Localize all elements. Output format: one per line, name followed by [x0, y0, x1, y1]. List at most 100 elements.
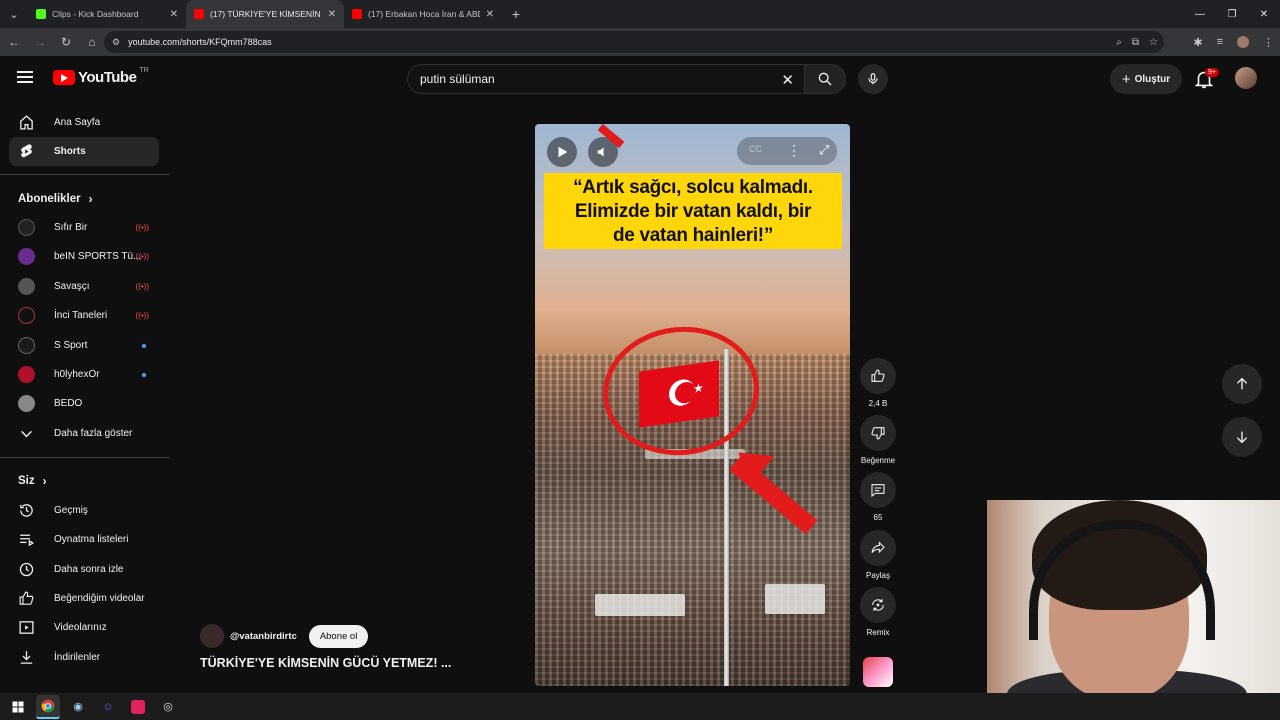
- live-icon: ((•)): [135, 282, 149, 291]
- discord-taskbar-icon[interactable]: ☺: [96, 695, 120, 719]
- subscription-item[interactable]: BEDO: [9, 389, 159, 418]
- captions-icon[interactable]: CC: [749, 144, 762, 154]
- subscription-item[interactable]: Sıfır Bir ((•)): [9, 213, 159, 242]
- previous-short-button[interactable]: [1222, 364, 1262, 404]
- close-window-icon[interactable]: ✕: [1248, 0, 1280, 28]
- sidebar-item-label: Videolarınız: [54, 622, 107, 633]
- sidebar-item-watch-later[interactable]: Daha sonra izle: [9, 555, 159, 584]
- sidebar-item-your-videos[interactable]: Videolarınız: [9, 613, 159, 642]
- like-action[interactable]: 2,4 B: [860, 358, 896, 408]
- channel-handle[interactable]: @vatanbirdirtc: [230, 631, 297, 642]
- comment-action[interactable]: 65: [860, 472, 896, 522]
- browser-menu-icon[interactable]: ⋮: [1263, 36, 1274, 49]
- dislike-action[interactable]: Beğenme: [860, 415, 896, 465]
- subscription-label: Savaşçı: [54, 281, 90, 292]
- media-control-icon[interactable]: ≡: [1217, 36, 1223, 48]
- play-button[interactable]: [547, 137, 577, 167]
- tab-close-icon[interactable]: ✕: [486, 9, 494, 20]
- short-title[interactable]: TÜRKİYE'YE KİMSENİN GÜCÜ YETMEZ! ...: [200, 656, 451, 670]
- sidebar-item-downloads[interactable]: İndirilenler: [9, 643, 159, 672]
- tab-close-icon[interactable]: ✕: [328, 9, 336, 20]
- sidebar-item-history[interactable]: Geçmiş: [9, 496, 159, 525]
- sidebar-item-liked[interactable]: Beğendiğim videolar: [9, 584, 159, 613]
- microphone-icon: [868, 73, 878, 85]
- clear-search-icon[interactable]: ✕: [781, 71, 794, 89]
- obs-taskbar-icon[interactable]: ◎: [156, 695, 180, 719]
- search-input[interactable]: putin sülüman ✕: [407, 64, 807, 94]
- install-icon[interactable]: ⧉: [1132, 37, 1139, 48]
- sidebar-item-label: Shorts: [54, 146, 86, 157]
- channel-avatar: [18, 395, 35, 412]
- account-avatar[interactable]: [1235, 67, 1257, 89]
- windows-taskbar: ◉ ☺ ◎: [0, 693, 1280, 720]
- sound-thumbnail[interactable]: [863, 657, 893, 687]
- you-heading-label: Siz: [18, 475, 35, 487]
- sidebar-item-label: Beğendiğim videolar: [54, 593, 145, 604]
- next-short-button[interactable]: [1222, 417, 1262, 457]
- channel-avatar[interactable]: [200, 624, 224, 648]
- chrome-taskbar-icon[interactable]: [36, 694, 60, 719]
- clock-icon: [19, 562, 34, 577]
- address-bar[interactable]: ⚙ youtube.com/shorts/KFQmm788cas ⌕ ⧉ ☆: [104, 31, 1164, 53]
- tab-close-icon[interactable]: ✕: [170, 9, 178, 20]
- voice-search-button[interactable]: [858, 64, 888, 94]
- remix-label: Remix: [866, 628, 890, 637]
- subscribe-button[interactable]: Abone ol: [308, 624, 369, 648]
- video-caption-overlay: “Artık sağcı, solcu kalmadı. Elimizde bi…: [544, 173, 842, 249]
- comment-icon: [871, 484, 885, 498]
- back-icon[interactable]: ←: [2, 30, 26, 54]
- share-action[interactable]: Paylaş: [860, 530, 896, 580]
- bookmark-star-icon[interactable]: ☆: [1149, 37, 1158, 48]
- subscription-item[interactable]: İnci Taneleri ((•)): [9, 301, 159, 330]
- reload-icon[interactable]: ↻: [54, 30, 78, 54]
- windows-start-icon[interactable]: [6, 695, 30, 719]
- video-snow-patch: [765, 584, 825, 614]
- subscription-label: Sıfır Bir: [54, 222, 88, 233]
- subscription-label: BEDO: [54, 398, 83, 409]
- home-icon: [20, 115, 33, 130]
- home-nav-icon[interactable]: ⌂: [80, 30, 104, 54]
- more-options-icon[interactable]: ⋮: [787, 142, 801, 159]
- streamer-webcam: [987, 500, 1280, 720]
- browser-tab-kick[interactable]: Clips - Kick Dashboard ✕: [28, 0, 186, 28]
- profile-icon[interactable]: [1237, 36, 1249, 48]
- tab-search-icon[interactable]: ⌄: [0, 0, 28, 28]
- arrow-up-icon: [1236, 377, 1248, 390]
- create-button[interactable]: + Oluştur: [1110, 64, 1182, 94]
- subscriptions-heading-label: Abonelikler: [18, 193, 81, 205]
- subscriptions-heading[interactable]: Abonelikler ›: [18, 192, 93, 206]
- site-info-icon[interactable]: ⚙: [112, 37, 120, 48]
- thumbs-up-icon: [871, 369, 885, 382]
- fullscreen-icon[interactable]: ⤢: [819, 142, 829, 158]
- minimize-icon[interactable]: —: [1184, 0, 1216, 28]
- subscription-item[interactable]: beIN SPORTS Tü... ((•)): [9, 242, 159, 271]
- volume-icon: [597, 147, 604, 157]
- remix-action[interactable]: Remix: [860, 587, 896, 637]
- channel-avatar: [18, 278, 35, 295]
- subscription-item[interactable]: h0lyhexOr: [9, 360, 159, 389]
- browser-tab-youtube-active[interactable]: (17) TÜRKİYE'YE KİMSENİN GÜC ✕: [186, 0, 344, 28]
- search-button[interactable]: [804, 64, 846, 94]
- search-icon: [818, 72, 832, 86]
- forward-icon[interactable]: →: [28, 30, 52, 54]
- sidebar-item-home[interactable]: Ana Sayfa: [9, 108, 159, 137]
- sidebar-item-playlists[interactable]: Oynatma listeleri: [9, 525, 159, 554]
- you-heading[interactable]: Siz ›: [18, 474, 47, 488]
- browser-tab-youtube[interactable]: (17) Erbakan Hoca İran & ABD ✕: [344, 0, 502, 28]
- subscription-item[interactable]: Savaşçı ((•)): [9, 272, 159, 301]
- show-more-button[interactable]: Daha fazla göster: [9, 419, 159, 448]
- youtube-logo[interactable]: YouTube TR: [53, 67, 149, 86]
- steam-taskbar-icon[interactable]: ◉: [66, 695, 90, 719]
- app-taskbar-icon[interactable]: [126, 695, 150, 719]
- video-icon: [19, 621, 34, 634]
- logo-wordmark: YouTube: [78, 69, 137, 86]
- sidebar-item-shorts[interactable]: Shorts: [9, 137, 159, 166]
- maximize-icon[interactable]: ❐: [1216, 0, 1248, 28]
- menu-icon[interactable]: [17, 71, 33, 83]
- subscription-item[interactable]: S Sport: [9, 331, 159, 360]
- shorts-video-player[interactable]: ★ “Artık sağcı, solcu kalmadı. Elimizde …: [535, 124, 850, 686]
- zoom-icon[interactable]: ⌕: [1116, 37, 1122, 48]
- new-tab-button[interactable]: +: [502, 6, 530, 22]
- caption-line: Elimizde bir vatan kaldı, bir: [574, 201, 812, 222]
- extensions-icon[interactable]: ✱: [1193, 36, 1202, 49]
